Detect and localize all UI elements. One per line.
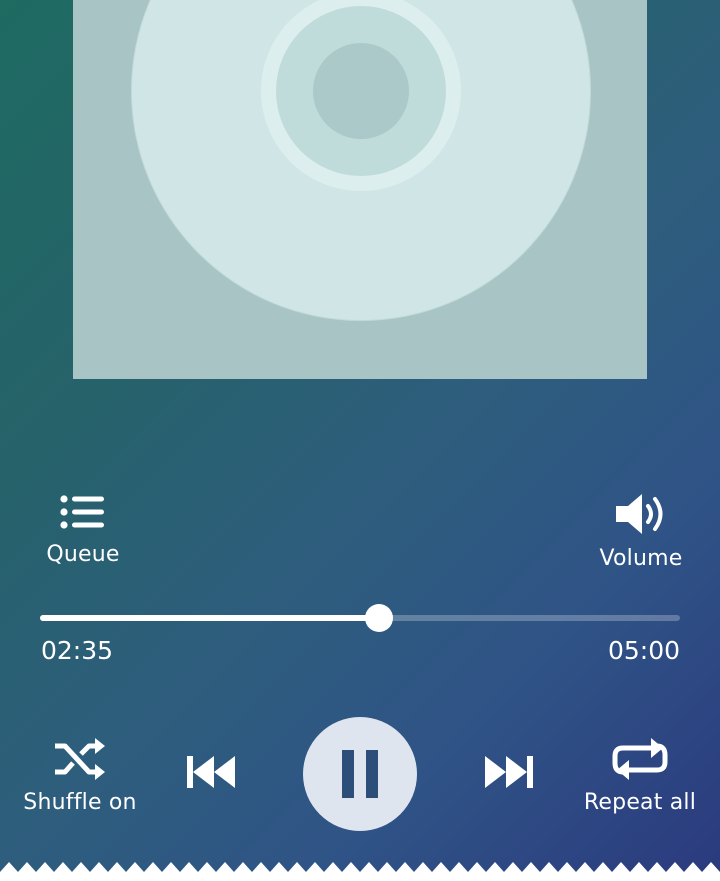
volume-label: Volume	[599, 546, 683, 571]
shuffle-icon	[55, 738, 105, 780]
previous-button[interactable]	[184, 752, 236, 792]
seek-track[interactable]	[40, 604, 680, 632]
pause-icon	[342, 750, 378, 798]
skip-previous-icon	[187, 756, 235, 788]
queue-label: Queue	[46, 542, 120, 567]
seek-bar[interactable]	[40, 604, 680, 632]
album-art	[73, 0, 647, 379]
repeat-button[interactable]: Repeat all	[580, 736, 700, 815]
skip-next-icon	[485, 756, 533, 788]
total-time: 05:00	[607, 636, 680, 665]
queue-button[interactable]: Queue	[30, 490, 136, 567]
volume-icon	[616, 494, 663, 534]
shuffle-button[interactable]: Shuffle on	[14, 736, 146, 815]
seek-progress	[40, 615, 379, 621]
disc-placeholder-icon	[132, 0, 590, 320]
repeat-label: Repeat all	[583, 790, 697, 815]
pause-button[interactable]	[303, 717, 417, 831]
seek-thumb[interactable]	[365, 604, 393, 632]
zigzag-edge	[0, 862, 720, 881]
next-button[interactable]	[484, 752, 536, 792]
repeat-icon	[612, 738, 668, 780]
queue-list-icon	[60, 495, 104, 529]
shuffle-label: Shuffle on	[23, 790, 137, 815]
music-player-screen: Queue Volume 02:35 05:00 Shuffle on Repe…	[0, 0, 720, 881]
current-time: 02:35	[41, 636, 114, 665]
volume-button[interactable]: Volume	[592, 490, 690, 571]
